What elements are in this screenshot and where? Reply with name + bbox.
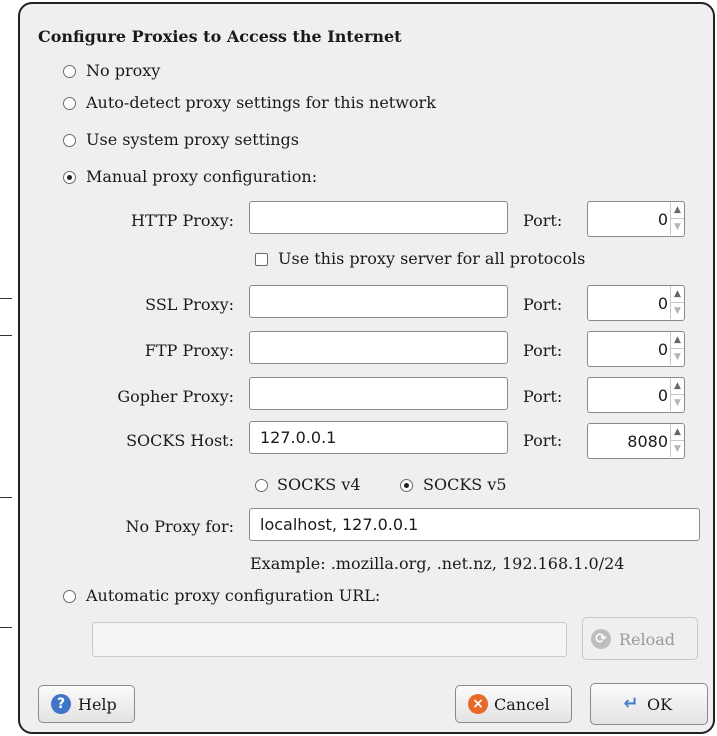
ftp-port-label: Port: <box>523 341 563 360</box>
socks-v4-label[interactable]: SOCKS v4 <box>277 475 361 494</box>
ssl-proxy-input[interactable] <box>249 285 508 318</box>
auto-config-url-input[interactable] <box>92 622 567 657</box>
no-proxy-example: Example: .mozilla.org, .net.nz, 192.168.… <box>250 554 625 573</box>
ftp-port-spinner[interactable]: 0 ▲ ▼ <box>587 331 685 367</box>
radio-label[interactable]: Automatic proxy configuration URL: <box>86 586 380 605</box>
ftp-proxy-input[interactable] <box>249 331 508 364</box>
socks-host-label: SOCKS Host: <box>126 431 234 450</box>
http-port-spinner[interactable]: 0 ▲ ▼ <box>587 201 685 237</box>
return-arrow-icon: ↵ <box>623 693 639 714</box>
edge-line <box>0 627 12 628</box>
chevron-down-icon[interactable]: ▼ <box>670 219 684 235</box>
port-value[interactable]: 0 <box>658 386 668 405</box>
socks-v4-radio[interactable] <box>255 479 268 492</box>
radio-label[interactable]: Auto-detect proxy settings for this netw… <box>86 93 436 112</box>
ssl-port-spinner[interactable]: 0 ▲ ▼ <box>587 285 685 321</box>
chevron-up-icon[interactable]: ▲ <box>670 332 684 349</box>
gopher-port-label: Port: <box>523 387 563 406</box>
reload-icon: ⟳ <box>591 629 611 649</box>
http-proxy-label: HTTP Proxy: <box>131 211 234 230</box>
radio-label[interactable]: No proxy <box>86 61 160 80</box>
socks-port-label: Port: <box>523 431 563 450</box>
reload-label: Reload <box>619 630 676 649</box>
port-value[interactable]: 8080 <box>627 432 668 451</box>
cancel-button[interactable]: × Cancel <box>455 685 572 723</box>
use-for-all-checkbox[interactable] <box>255 253 268 266</box>
chevron-down-icon[interactable]: ▼ <box>670 395 684 411</box>
chevron-up-icon[interactable]: ▲ <box>670 424 684 441</box>
socks-v5-radio[interactable] <box>400 479 413 492</box>
chevron-up-icon[interactable]: ▲ <box>670 286 684 303</box>
ftp-proxy-label: FTP Proxy: <box>144 341 234 360</box>
gopher-proxy-label: Gopher Proxy: <box>117 387 234 406</box>
radio-button-selected[interactable] <box>63 171 76 184</box>
reload-button[interactable]: ⟳ Reload <box>582 617 698 660</box>
port-value[interactable]: 0 <box>658 210 668 229</box>
no-proxy-for-label: No Proxy for: <box>125 517 234 536</box>
gopher-port-spinner[interactable]: 0 ▲ ▼ <box>587 377 685 413</box>
help-icon: ? <box>51 694 71 714</box>
ssl-port-label: Port: <box>523 295 563 314</box>
radio-button[interactable] <box>63 134 76 147</box>
radio-label[interactable]: Use system proxy settings <box>86 130 299 149</box>
cancel-icon: × <box>468 694 488 714</box>
ok-label: OK <box>647 695 673 714</box>
http-proxy-input[interactable] <box>249 201 508 234</box>
edge-line <box>0 335 12 336</box>
radio-button[interactable] <box>63 590 76 603</box>
ok-button[interactable]: ↵ OK <box>590 683 708 725</box>
help-button[interactable]: ? Help <box>38 685 135 723</box>
socks-v5-label[interactable]: SOCKS v5 <box>423 475 507 494</box>
chevron-down-icon[interactable]: ▼ <box>670 349 684 365</box>
cancel-label: Cancel <box>494 695 550 714</box>
chevron-up-icon[interactable]: ▲ <box>670 378 684 395</box>
radio-button[interactable] <box>63 97 76 110</box>
use-for-all-label[interactable]: Use this proxy server for all protocols <box>278 249 585 268</box>
no-proxy-for-input[interactable]: localhost, 127.0.0.1 <box>249 508 700 541</box>
ssl-proxy-label: SSL Proxy: <box>145 295 234 314</box>
socks-port-spinner[interactable]: 8080 ▲ ▼ <box>587 423 685 459</box>
port-value[interactable]: 0 <box>658 294 668 313</box>
http-port-label: Port: <box>523 211 563 230</box>
radio-label[interactable]: Manual proxy configuration: <box>86 167 317 186</box>
port-value[interactable]: 0 <box>658 340 668 359</box>
chevron-up-icon[interactable]: ▲ <box>670 202 684 219</box>
help-label: Help <box>78 695 117 714</box>
dialog-title: Configure Proxies to Access the Internet <box>38 27 402 46</box>
chevron-down-icon[interactable]: ▼ <box>670 303 684 319</box>
chevron-down-icon[interactable]: ▼ <box>670 441 684 457</box>
gopher-proxy-input[interactable] <box>249 377 508 410</box>
edge-line <box>0 497 12 498</box>
socks-host-input[interactable]: 127.0.0.1 <box>249 421 508 454</box>
edge-line <box>0 298 12 299</box>
radio-button[interactable] <box>63 65 76 78</box>
